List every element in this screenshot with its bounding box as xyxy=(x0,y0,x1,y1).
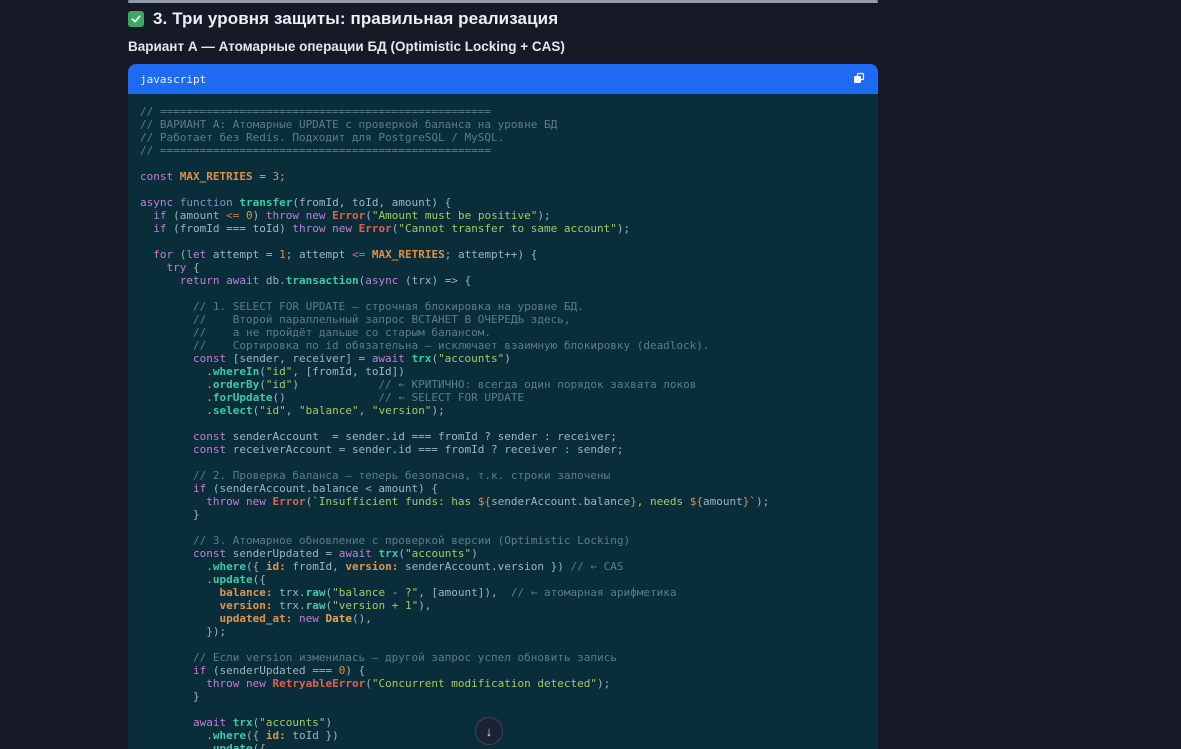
code-line: // Работает без Redis. Подходит для Post… xyxy=(140,131,866,144)
code-line: balance: trx.raw("balance - ?", [amount]… xyxy=(140,586,866,599)
code-line xyxy=(140,157,866,170)
code-line: try { xyxy=(140,261,866,274)
code-line: .update({ xyxy=(140,742,866,749)
section-heading: 3. Три уровня защиты: правильная реализа… xyxy=(128,9,878,29)
code-block-header: javascript xyxy=(128,64,878,94)
code-line xyxy=(140,417,866,430)
language-label: javascript xyxy=(140,73,206,86)
code-line xyxy=(140,456,866,469)
code-line: .where({ id: toId }) xyxy=(140,729,866,742)
code-line: const MAX_RETRIES = 3; xyxy=(140,170,866,183)
code-line: // ВАРИАНТ А: Атомарные UPDATE с проверк… xyxy=(140,118,866,131)
code-line: .where({ id: fromId, version: senderAcco… xyxy=(140,560,866,573)
code-line: throw new Error(`Insufficient funds: has… xyxy=(140,495,866,508)
code-line: for (let attempt = 1; attempt <= MAX_RET… xyxy=(140,248,866,261)
code-line: .select("id", "balance", "version"); xyxy=(140,404,866,417)
code-line xyxy=(140,287,866,300)
copy-icon xyxy=(853,72,865,87)
horizontal-scrollbar[interactable] xyxy=(128,0,878,3)
check-icon xyxy=(128,11,144,27)
code-line: if (senderAccount.balance < amount) { xyxy=(140,482,866,495)
code-line: return await db.transaction(async (trx) … xyxy=(140,274,866,287)
code-line: const [sender, receiver] = await trx("ac… xyxy=(140,352,866,365)
code-line: const receiverAccount = sender.id === fr… xyxy=(140,443,866,456)
code-line: .update({ xyxy=(140,573,866,586)
code-line: // 1. SELECT FOR UPDATE — строчная блоки… xyxy=(140,300,866,313)
code-line: const senderUpdated = await trx("account… xyxy=(140,547,866,560)
code-line: // 2. Проверка баланса — теперь безопасн… xyxy=(140,469,866,482)
code-line: .forUpdate() // ← SELECT FOR UPDATE xyxy=(140,391,866,404)
arrow-down-icon: ↓ xyxy=(486,725,493,738)
code-line: // Второй параллельный запрос ВСТАНЕТ В … xyxy=(140,313,866,326)
code-line: } xyxy=(140,508,866,521)
code-line: async function transfer(fromId, toId, am… xyxy=(140,196,866,209)
code-line: // Сортировка по id обязательна — исключ… xyxy=(140,339,866,352)
code-line: if (senderUpdated === 0) { xyxy=(140,664,866,677)
code-line xyxy=(140,183,866,196)
code-line xyxy=(140,235,866,248)
code-line: // =====================================… xyxy=(140,105,866,118)
code-content[interactable]: // =====================================… xyxy=(128,94,878,749)
code-line: const senderAccount = sender.id === from… xyxy=(140,430,866,443)
code-line: version: trx.raw("version + 1"), xyxy=(140,599,866,612)
section-heading-text: 3. Три уровня защиты: правильная реализа… xyxy=(153,9,558,29)
code-line: // Если version изменилась — другой запр… xyxy=(140,651,866,664)
variant-subheading: Вариант А — Атомарные операции БД (Optim… xyxy=(128,39,878,54)
code-line: }); xyxy=(140,625,866,638)
code-line: if (fromId === toId) throw new Error("Ca… xyxy=(140,222,866,235)
code-line: if (amount <= 0) throw new Error("Amount… xyxy=(140,209,866,222)
copy-code-button[interactable] xyxy=(851,70,867,89)
scroll-to-bottom-button[interactable]: ↓ xyxy=(475,717,503,745)
code-line: // а не пройдёт дальше со старым балансо… xyxy=(140,326,866,339)
code-line: updated_at: new Date(), xyxy=(140,612,866,625)
code-line: throw new RetryableError("Concurrent mod… xyxy=(140,677,866,690)
code-line xyxy=(140,638,866,651)
code-line xyxy=(140,521,866,534)
code-line: // 3. Атомарное обновление с проверкой в… xyxy=(140,534,866,547)
code-line: // =====================================… xyxy=(140,144,866,157)
code-block: javascript // ==========================… xyxy=(128,64,878,749)
code-line: } xyxy=(140,690,866,703)
code-line: .whereIn("id", [fromId, toId]) xyxy=(140,365,866,378)
code-line xyxy=(140,703,866,716)
code-line: await trx("accounts") xyxy=(140,716,866,729)
code-line: .orderBy("id") // ← КРИТИЧНО: всегда оди… xyxy=(140,378,866,391)
